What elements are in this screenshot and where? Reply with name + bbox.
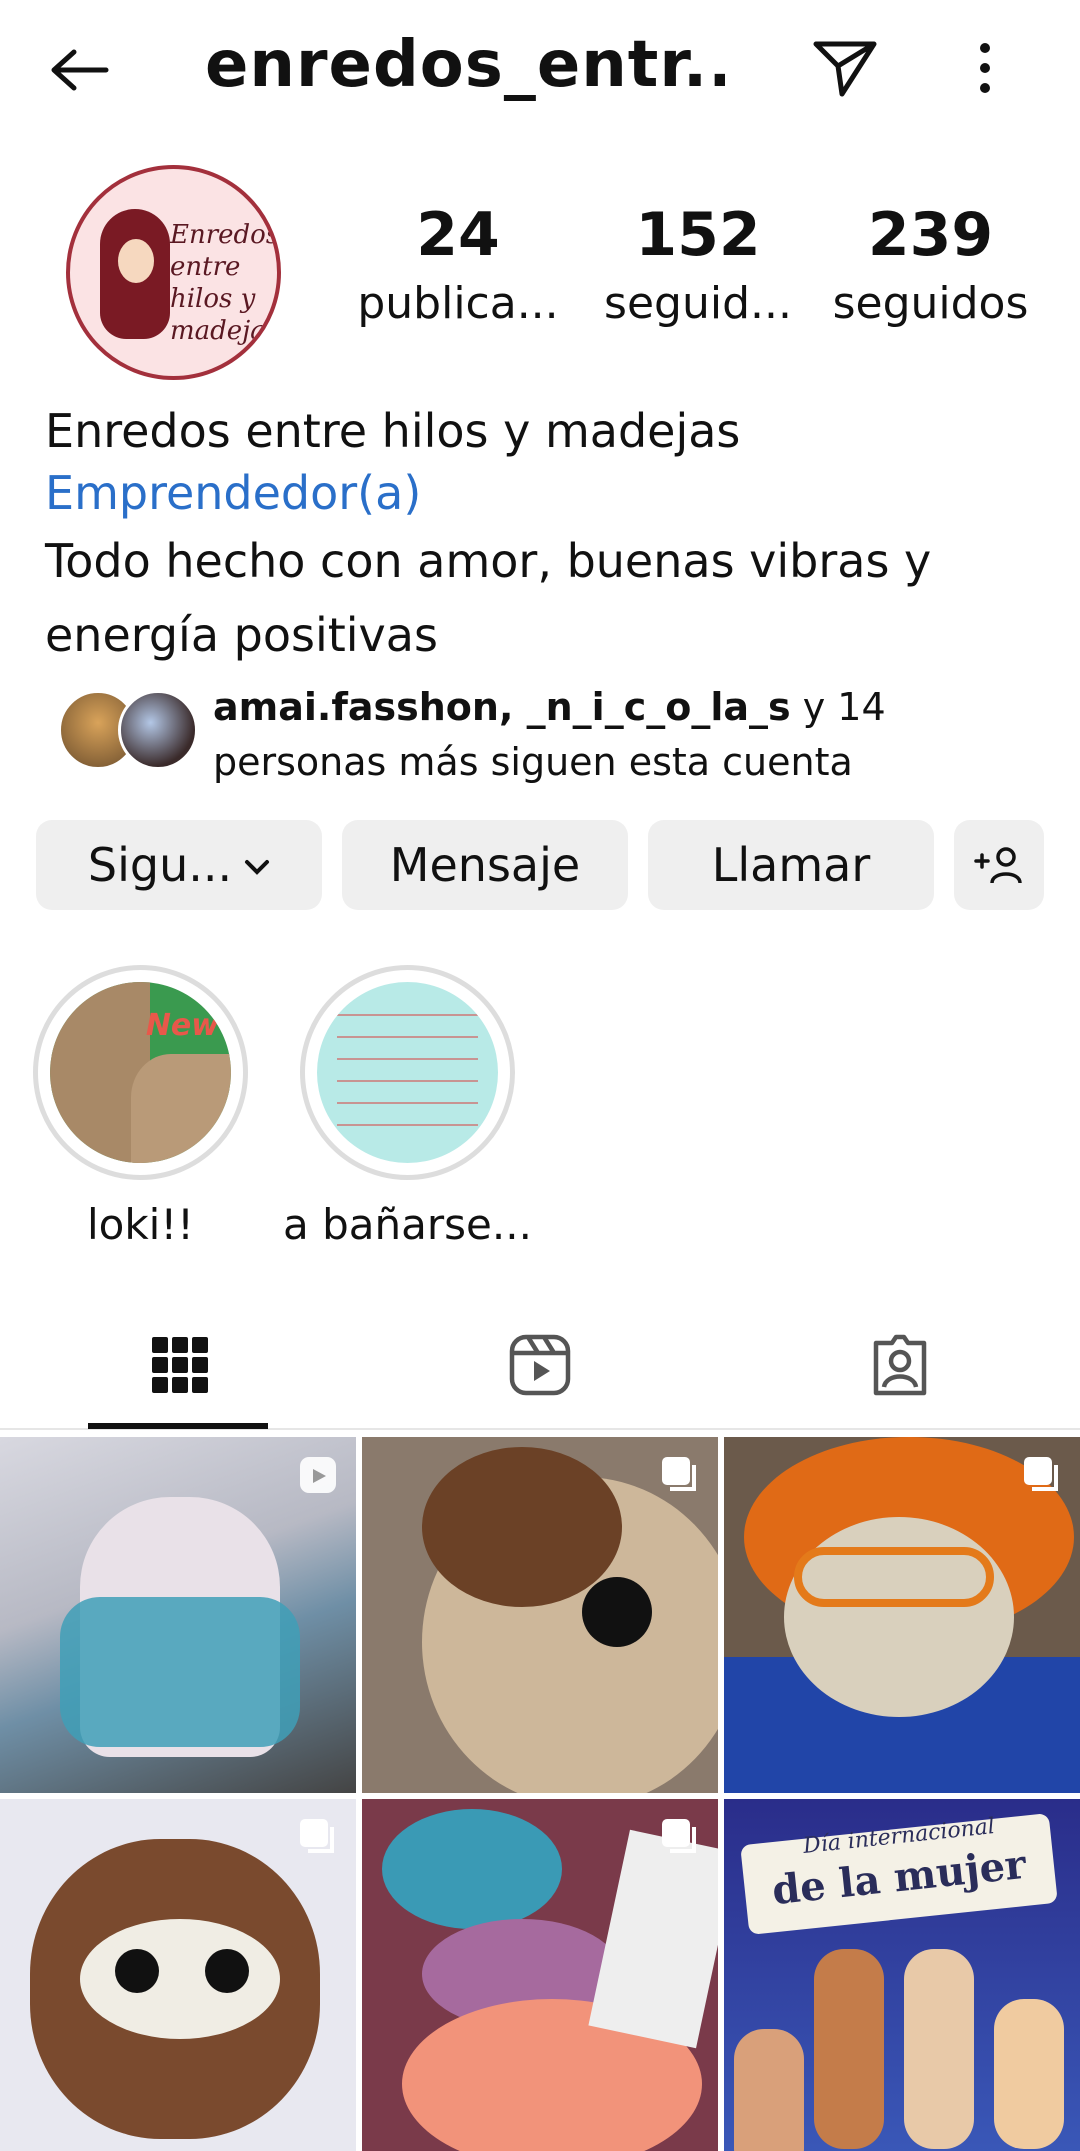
post-raccoon-eye [205,1949,249,1993]
tab-reels[interactable] [360,1305,720,1425]
stat-following-label: seguidos [832,278,1029,329]
followed-by-text: amai.fasshon, _n_i_c_o_la_s y 14 persona… [213,680,886,790]
post-thumbnail[interactable] [724,1437,1080,1793]
post-doll-hair [422,1447,622,1607]
grid-icon [152,1337,208,1393]
stat-following[interactable]: 239 seguidos [818,200,1043,329]
more-vertical-icon[interactable] [950,28,1020,108]
followed-by-suffix: personas más siguen esta cuenta [213,740,853,784]
reel-badge-icon [300,1457,336,1493]
carousel-badge-icon [1024,1457,1058,1491]
reels-icon [509,1334,571,1396]
highlight-label: loki!! [86,1200,195,1249]
post-thumbnail[interactable]: Día internacional de la mujer [724,1799,1080,2151]
chevron-down-icon [244,848,270,883]
bio-line-2: energía positivas [45,608,438,662]
post-hand [734,2029,804,2151]
add-user-button[interactable] [954,820,1044,910]
profile-tabs [0,1305,1080,1430]
stat-posts[interactable]: 24 publica... [348,200,568,329]
tab-tagged[interactable] [720,1305,1080,1425]
stat-followers[interactable]: 152 seguid... [588,200,808,329]
highlight-banarse[interactable]: a bañarse... [283,965,532,1249]
follower-avatar [118,690,198,770]
back-arrow-icon[interactable] [40,30,120,110]
post-thumbnail[interactable] [0,1799,356,2151]
post-doll-dress [60,1597,300,1747]
carousel-badge-icon [662,1457,696,1491]
post-card [588,1829,718,2049]
bio-line-1: Todo hecho con amor, buenas vibras y [45,534,932,588]
post-hat [382,1809,562,1929]
post-doll-glasses [794,1547,994,1607]
profile-avatar[interactable]: Enredos entre hilos y madejas [66,165,281,380]
highlight-thumbnail [317,982,498,1163]
post-thumbnail[interactable] [362,1437,718,1793]
carousel-badge-icon [662,1819,696,1853]
stat-followers-label: seguid... [604,278,792,329]
stat-followers-value: 152 [635,200,761,270]
highlight-thumbnail: New [50,982,231,1163]
post-hand [904,1949,974,2149]
post-hand [994,1999,1064,2149]
highlight-ring [300,965,515,1180]
following-button[interactable]: Sigu... [36,820,322,910]
avatar-face [118,239,154,283]
following-button-label: Sigu... [87,838,233,892]
add-user-icon [974,847,1022,884]
thumbnail-new-text: New [145,1008,219,1043]
message-button[interactable]: Mensaje [342,820,628,910]
highlight-loki[interactable]: New loki!! [33,965,248,1249]
profile-bio: Enredos entre hilos y madejas Emprendedo… [45,400,1045,672]
post-thumbnail[interactable] [0,1437,356,1793]
highlight-label: a bañarse... [283,1200,532,1249]
post-thumbnail[interactable] [362,1799,718,2151]
send-icon[interactable] [805,28,885,108]
thumbnail-doll [131,1054,231,1163]
tab-grid[interactable] [0,1305,360,1425]
stat-posts-value: 24 [416,200,500,270]
post-raccoon-eye [115,1949,159,1993]
carousel-badge-icon [300,1819,334,1853]
post-doll-eye [582,1577,652,1647]
followed-by[interactable]: amai.fasshon, _n_i_c_o_la_s y 14 persona… [58,680,1038,790]
post-hand [814,1949,884,2149]
avatar-logo-text: Enredos entre hilos y madejas [170,220,280,346]
profile-name: Enredos entre hilos y madejas [45,404,741,458]
stat-following-value: 239 [867,200,994,270]
stat-posts-label: publica... [357,278,559,329]
tagged-icon [873,1334,927,1396]
top-bar: enredos_entr... [0,0,1080,140]
profile-category[interactable]: Emprendedor(a) [45,462,1045,524]
followed-by-more: y 14 [790,685,886,729]
profile-username: enredos_entr... [205,28,725,102]
active-tab-indicator [88,1423,268,1429]
thumbnail-text-lines [337,1002,478,1143]
call-button[interactable]: Llamar [648,820,934,910]
followed-by-names: amai.fasshon, _n_i_c_o_la_s [213,685,791,729]
post-raccoon-mask [80,1919,280,2039]
highlight-ring: New [33,965,248,1180]
